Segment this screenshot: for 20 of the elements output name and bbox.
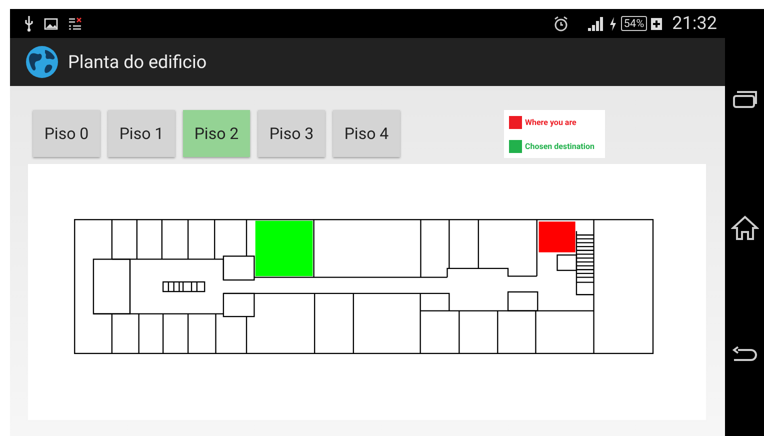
image-icon <box>44 18 58 30</box>
home-icon[interactable] <box>730 214 758 240</box>
signal-icon <box>586 16 605 30</box>
legend-label: Chosen destination <box>525 142 594 150</box>
floor-button[interactable]: Piso 2 <box>183 110 250 157</box>
usb-icon <box>24 16 34 32</box>
clock: 21:32 <box>672 13 717 34</box>
legend-label: Where you are <box>525 118 576 126</box>
battery-level: 54% <box>620 16 648 31</box>
floor-button[interactable]: Piso 3 <box>258 110 325 157</box>
charging-icon <box>608 16 617 30</box>
plus-icon <box>651 18 662 30</box>
list-icon <box>68 16 82 30</box>
globe-icon <box>25 45 59 79</box>
floor-button[interactable]: Piso 1 <box>108 110 175 157</box>
app-title: Planta do edificio <box>68 52 207 72</box>
floor-button[interactable]: Piso 4 <box>333 110 400 157</box>
recent-apps-icon[interactable] <box>732 89 758 109</box>
alarm-icon <box>552 16 569 32</box>
floor-button[interactable]: Piso 0 <box>33 110 100 157</box>
